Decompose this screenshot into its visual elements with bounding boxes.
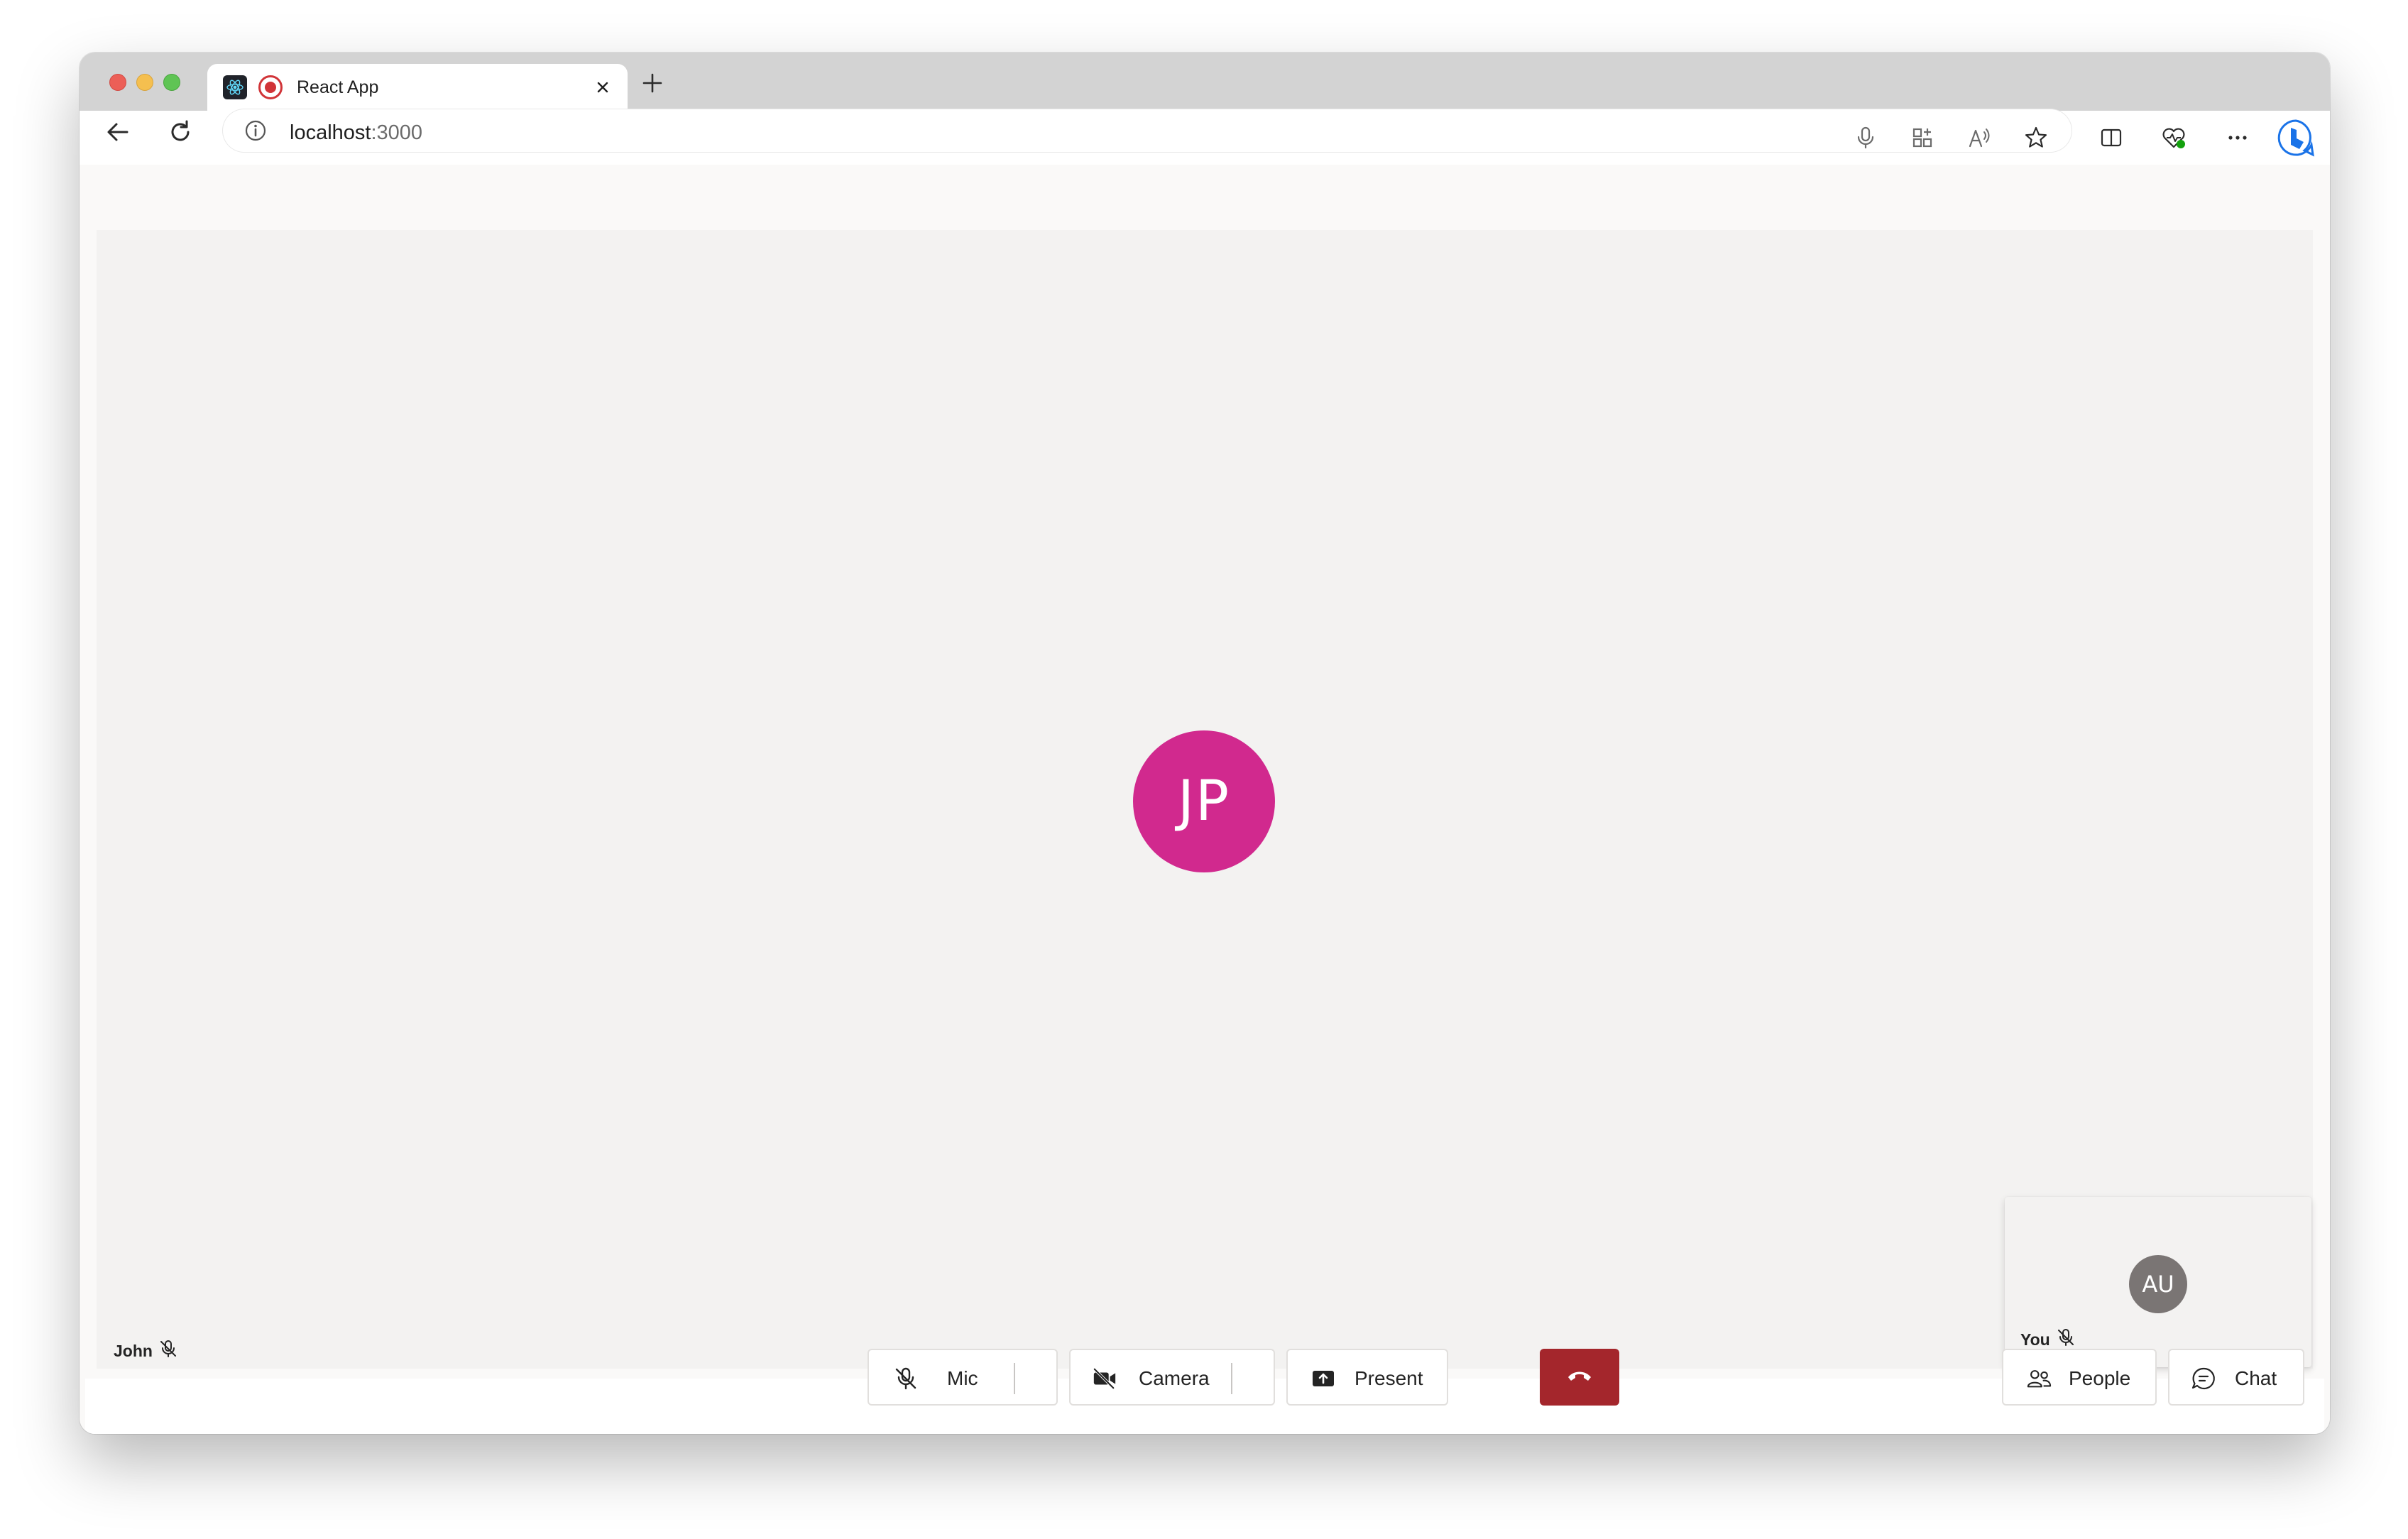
mic-split-divider <box>1014 1363 1015 1394</box>
hang-up-button[interactable] <box>1540 1349 1619 1406</box>
camera-button[interactable]: Camera <box>1069 1349 1275 1406</box>
people-button[interactable]: People <box>2002 1349 2157 1406</box>
recording-icon <box>258 75 283 99</box>
url-host: localhost <box>290 121 371 144</box>
phone-hangup-icon <box>1565 1367 1594 1388</box>
present-button[interactable]: Present <box>1286 1349 1448 1406</box>
self-video-tile[interactable]: AU You <box>2005 1197 2311 1367</box>
copilot-icon[interactable] <box>2276 118 2316 158</box>
minimize-window-button[interactable] <box>136 74 153 91</box>
participant-name: John <box>114 1341 153 1360</box>
browser-window: React App localhost:3000 JP John AU You … <box>80 53 2330 1434</box>
mic-label: Mic <box>947 1367 978 1389</box>
url-text[interactable]: localhost:3000 <box>290 121 422 145</box>
share-screen-icon <box>1310 1366 1336 1391</box>
chat-icon <box>2191 1366 2216 1391</box>
camera-label: Camera <box>1139 1367 1210 1389</box>
microphone-icon[interactable] <box>1851 124 1880 152</box>
site-info-icon[interactable] <box>244 119 267 142</box>
self-name-tag: You <box>2020 1327 2076 1352</box>
self-name: You <box>2020 1330 2050 1349</box>
close-window-button[interactable] <box>109 74 126 91</box>
camera-split-divider <box>1231 1363 1232 1394</box>
tab-react-app[interactable]: React App <box>207 64 628 111</box>
chat-label: Chat <box>2235 1367 2277 1389</box>
react-logo-icon <box>223 75 247 99</box>
split-screen-icon[interactable] <box>2097 124 2125 152</box>
address-bar[interactable] <box>223 109 2072 152</box>
apps-icon[interactable] <box>1908 124 1937 152</box>
mic-off-icon <box>893 1366 919 1391</box>
page-content: JP John AU You <box>80 165 2330 1434</box>
main-video-tile[interactable]: JP John <box>97 230 2313 1369</box>
participant-avatar: JP <box>1133 730 1275 872</box>
present-label: Present <box>1354 1367 1423 1389</box>
people-label: People <box>2069 1367 2131 1389</box>
more-icon[interactable] <box>2223 124 2252 152</box>
new-tab-icon[interactable] <box>640 71 664 95</box>
self-avatar: AU <box>2129 1255 2187 1313</box>
refresh-icon[interactable] <box>166 118 195 146</box>
mic-muted-icon <box>158 1339 178 1363</box>
favorite-star-icon[interactable] <box>2022 124 2050 152</box>
maximize-window-button[interactable] <box>163 74 180 91</box>
tab-strip: React App <box>80 53 2330 111</box>
people-icon <box>2026 1366 2052 1391</box>
browser-essentials-icon[interactable] <box>2160 124 2188 152</box>
participant-name-tag: John <box>114 1339 178 1363</box>
camera-off-icon <box>1092 1366 1117 1391</box>
close-tab-icon[interactable] <box>592 77 613 98</box>
tab-title: React App <box>297 77 379 97</box>
chat-button[interactable]: Chat <box>2168 1349 2304 1406</box>
mic-muted-icon <box>2056 1327 2076 1352</box>
mic-button[interactable]: Mic <box>868 1349 1058 1406</box>
read-aloud-icon[interactable] <box>1965 124 1993 152</box>
url-port: :3000 <box>371 121 423 144</box>
back-icon[interactable] <box>104 118 132 146</box>
